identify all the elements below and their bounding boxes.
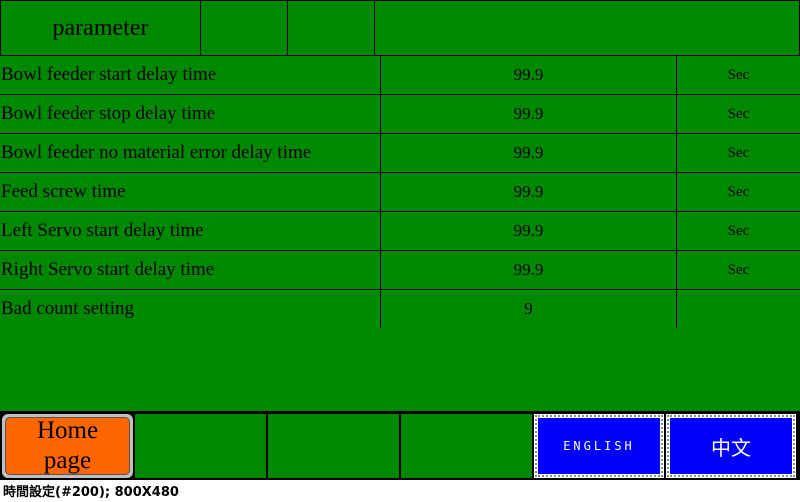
english-button[interactable]: ENGLISH	[534, 414, 664, 478]
table-row: Bad count setting 9	[0, 290, 800, 328]
footer-blank-cell	[135, 414, 266, 478]
param-unit: Sec	[727, 144, 750, 161]
param-unit: Sec	[727, 222, 750, 239]
table-row: Bowl feeder no material error delay time…	[0, 134, 800, 173]
header-cell	[288, 1, 375, 55]
hmi-screen: parameter Bowl feeder start delay time 99…	[0, 0, 800, 480]
param-value-input[interactable]: 99.9	[381, 251, 677, 289]
param-label: Bowl feeder start delay time	[0, 56, 381, 94]
table-row: Right Servo start delay time 99.9 Sec	[0, 251, 800, 290]
param-value-input[interactable]: 99.9	[381, 212, 677, 250]
header-cell	[201, 1, 288, 55]
footer-bar: Home page ENGLISH 中文	[0, 411, 800, 480]
param-value-input[interactable]: 99.9	[381, 134, 677, 172]
param-value-input[interactable]: 99.9	[381, 173, 677, 211]
param-label: Bowl feeder no material error delay time	[0, 134, 381, 172]
english-label: ENGLISH	[538, 418, 660, 474]
table-row: Bowl feeder start delay time 99.9 Sec	[0, 56, 800, 95]
screen-caption: 時間設定(#200); 800X480	[3, 485, 179, 500]
footer-blank-cell	[268, 414, 399, 478]
home-page-button[interactable]: Home page	[2, 414, 133, 478]
param-label: Bad count setting	[0, 290, 381, 328]
param-label: Feed screw time	[0, 173, 381, 211]
table-row: Left Servo start delay time 99.9 Sec	[0, 212, 800, 251]
chinese-button[interactable]: 中文	[666, 414, 796, 478]
param-value-input[interactable]: 99.9	[381, 56, 677, 94]
table-row: Bowl feeder stop delay time 99.9 Sec	[0, 95, 800, 134]
param-unit: Sec	[727, 105, 750, 122]
footer-blank-cell	[401, 414, 532, 478]
parameter-table: Bowl feeder start delay time 99.9 Sec Bowl…	[0, 56, 800, 328]
home-label-line2: page	[43, 447, 92, 474]
param-label: Bowl feeder stop delay time	[0, 95, 381, 133]
chinese-label: 中文	[670, 418, 792, 474]
param-unit: Sec	[727, 183, 750, 200]
home-label-line1: Home	[36, 417, 99, 444]
param-label: Left Servo start delay time	[0, 212, 381, 250]
param-unit: Sec	[727, 66, 750, 83]
table-row: Feed screw time 99.9 Sec	[0, 173, 800, 212]
param-label: Right Servo start delay time	[0, 251, 381, 289]
param-value-input[interactable]: 99.9	[381, 95, 677, 133]
param-unit	[677, 290, 800, 328]
param-unit: Sec	[727, 261, 750, 278]
page-title: parameter	[1, 1, 201, 55]
param-value-input[interactable]: 9	[381, 290, 677, 328]
header-bar: parameter	[0, 0, 800, 56]
header-cell	[375, 1, 799, 55]
